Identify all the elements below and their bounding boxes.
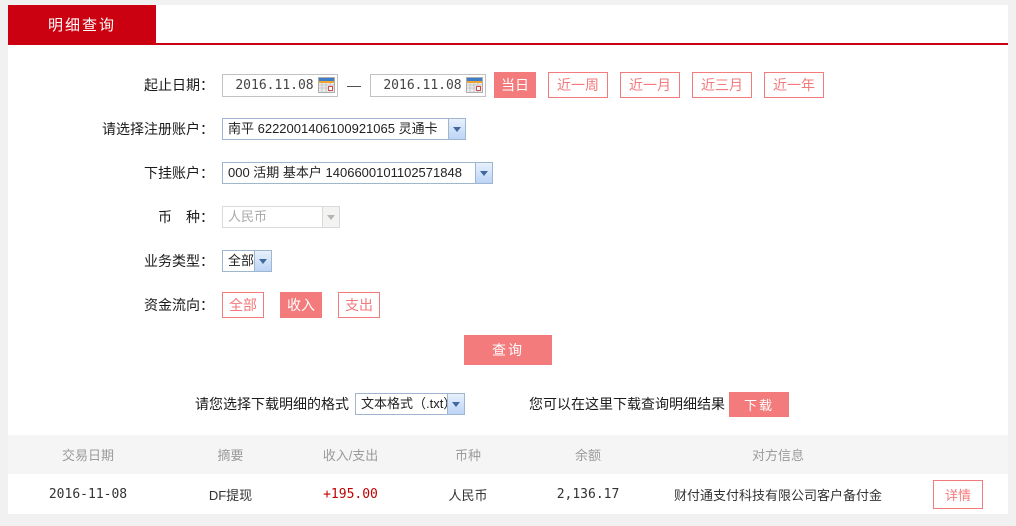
sub-account-label: 下挂账户：	[144, 165, 214, 181]
download-row: 请您选择下载明细的格式 文本格式（.txt） 您可以在这里下载查询明细结果 下载	[195, 391, 1008, 417]
download-format-select[interactable]: 文本格式（.txt）	[355, 393, 465, 415]
cell-currency: 人民币	[448, 487, 488, 503]
tab-detail-query[interactable]: 明细查询	[8, 5, 156, 43]
currency-select: 人民币	[222, 206, 340, 228]
chevron-down-icon	[322, 207, 339, 227]
date-range-row: 起止日期： 2016.11.08 — 2016.11.08 当日 近一周 近一月…	[8, 63, 1008, 107]
start-date-input[interactable]: 2016.11.08	[222, 73, 338, 97]
quick-range-3months-button[interactable]: 近三月	[692, 72, 752, 98]
download-hint: 您可以在这里下载查询明细结果	[529, 396, 725, 412]
cell-summary: DF提现	[208, 487, 253, 503]
currency-row: 币 种： 人民币	[8, 195, 1008, 239]
quick-range-today-button[interactable]: 当日	[494, 72, 536, 98]
fund-flow-income-button[interactable]: 收入	[280, 292, 322, 318]
query-form: 起止日期： 2016.11.08 — 2016.11.08 当日 近一周 近一月…	[8, 45, 1008, 417]
calendar-icon[interactable]	[466, 77, 483, 93]
currency-value: 人民币	[228, 209, 268, 224]
quick-range-year-button[interactable]: 近一年	[764, 72, 824, 98]
header-date: 交易日期	[61, 448, 114, 463]
business-type-row: 业务类型： 全部	[8, 239, 1008, 283]
sub-account-value: 000 活期 基本户 1406600101102571848	[228, 165, 462, 180]
registered-account-value: 南平 6222001406100921065 灵通卡	[228, 121, 438, 136]
business-type-label: 业务类型：	[144, 253, 214, 269]
content-panel: 明细查询 起止日期： 2016.11.08 — 2016.11.08 当日 近一…	[8, 5, 1008, 514]
query-button[interactable]: 查询	[464, 335, 552, 365]
registered-account-row: 请选择注册账户： 南平 6222001406100921065 灵通卡	[8, 107, 1008, 151]
chevron-down-icon	[447, 394, 464, 414]
transaction-table: 交易日期 摘要 收入/支出 币种 余额 对方信息 2016-11-08 DF提现…	[8, 435, 1008, 514]
header-counterparty: 对方信息	[751, 448, 804, 463]
business-type-value: 全部	[228, 253, 254, 268]
fund-flow-row: 资金流向： 全部 收入 支出	[8, 283, 1008, 327]
download-format-value: 文本格式（.txt）	[361, 396, 447, 411]
download-format-label: 请您选择下载明细的格式	[195, 396, 349, 412]
registered-account-select[interactable]: 南平 6222001406100921065 灵通卡	[222, 118, 466, 140]
table-row: 2016-11-08 DF提现 +195.00 人民币 2,136.17 财付通…	[8, 474, 1008, 514]
table-header-row: 交易日期 摘要 收入/支出 币种 余额 对方信息	[8, 435, 1008, 474]
header-currency: 币种	[454, 448, 481, 463]
date-separator: —	[347, 77, 361, 93]
sub-account-row: 下挂账户： 000 活期 基本户 1406600101102571848	[8, 151, 1008, 195]
registered-account-label: 请选择注册账户：	[102, 121, 214, 137]
cell-counterparty: 财付通支付科技有限公司客户备付金	[673, 487, 882, 503]
cell-balance: 2,136.17	[556, 486, 620, 502]
detail-button[interactable]: 详情	[932, 479, 983, 509]
download-button[interactable]: 下载	[729, 391, 789, 417]
sub-account-select[interactable]: 000 活期 基本户 1406600101102571848	[222, 162, 493, 184]
tab-bar: 明细查询	[8, 5, 1008, 45]
currency-label: 币 种：	[158, 209, 214, 225]
cell-date: 2016-11-08	[48, 486, 128, 502]
end-date-input[interactable]: 2016.11.08	[370, 73, 486, 97]
quick-range-week-button[interactable]: 近一周	[548, 72, 608, 98]
header-balance: 余额	[574, 448, 601, 463]
quick-range-month-button[interactable]: 近一月	[620, 72, 680, 98]
chevron-down-icon	[475, 163, 492, 183]
end-date-value: 2016.11.08	[383, 77, 462, 93]
cell-amount: +195.00	[323, 486, 378, 502]
fund-flow-label: 资金流向：	[144, 297, 214, 313]
date-range-label: 起止日期：	[144, 77, 214, 93]
calendar-icon[interactable]	[318, 77, 335, 93]
chevron-down-icon	[254, 251, 271, 271]
start-date-value: 2016.11.08	[235, 77, 314, 93]
header-summary: 摘要	[217, 448, 244, 463]
header-amount: 收入/支出	[322, 448, 379, 463]
fund-flow-all-button[interactable]: 全部	[222, 292, 264, 318]
business-type-select[interactable]: 全部	[222, 250, 272, 272]
chevron-down-icon	[448, 119, 465, 139]
fund-flow-expense-button[interactable]: 支出	[338, 292, 380, 318]
